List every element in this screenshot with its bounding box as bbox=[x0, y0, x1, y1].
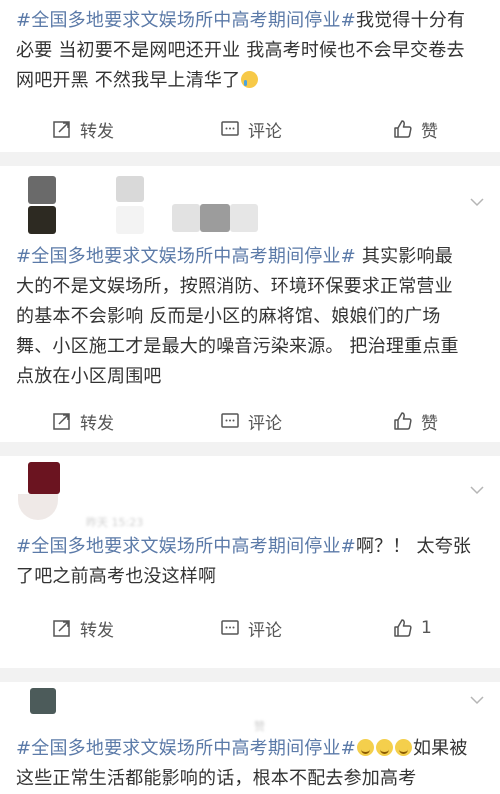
comment-icon bbox=[221, 620, 239, 635]
like-button[interactable]: 赞 bbox=[393, 406, 438, 436]
smile-emoji-icon bbox=[394, 739, 412, 756]
post-4-header: 赞 bbox=[0, 682, 500, 734]
post-menu-chevron[interactable] bbox=[470, 690, 484, 705]
meta-blur-2 bbox=[172, 204, 200, 232]
post-2-actions: 转发 评论 赞 bbox=[0, 406, 500, 436]
comment-label: 评论 bbox=[248, 413, 282, 434]
cry-emoji-icon bbox=[241, 71, 259, 88]
post-3-timestamp: 昨天 15:23 bbox=[86, 516, 144, 529]
chevron-down-icon bbox=[470, 198, 484, 207]
post-4-meta: 赞 bbox=[254, 720, 265, 733]
post-4: 赞 #全国多地要求文娱场所中高考期间停业# 如果被 这些正常生活都能影响的话，根本… bbox=[0, 682, 500, 793]
post-3-hashtag[interactable]: #全国多地要求文娱场所中高考期间停业# bbox=[16, 536, 356, 557]
repost-icon bbox=[53, 620, 70, 637]
post-4-text: #全国多地要求文娱场所中高考期间停业# 如果被 这些正常生活都能影响的话，根本不配… bbox=[16, 734, 486, 794]
like-label: 赞 bbox=[421, 121, 438, 142]
post-1-line-1: 我觉得十分有 bbox=[355, 10, 466, 31]
meta-blur bbox=[116, 206, 144, 234]
post-2-line-2: 大的不是文娱场所，按照消防、环境环保要求正常营业 bbox=[16, 276, 453, 297]
post-2-text: #全国多地要求文娱场所中高考期间停业# 其实影响最 大的不是文娱场所，按照消防、… bbox=[16, 242, 486, 392]
post-1-actions: 转发 评论 赞 bbox=[0, 114, 500, 144]
comment-label: 评论 bbox=[248, 620, 282, 641]
post-2: #全国多地要求文娱场所中高考期间停业# 其实影响最 大的不是文娱场所，按照消防、… bbox=[0, 166, 500, 442]
avatar[interactable] bbox=[28, 176, 56, 204]
repost-button[interactable]: 转发 bbox=[52, 613, 114, 643]
repost-label: 转发 bbox=[80, 121, 114, 142]
post-1-line-2: 必要 当初要不是网吧还开业 我高考时候也不会早交卷去 bbox=[16, 40, 465, 61]
smile-emoji-icon bbox=[356, 739, 374, 756]
post-2-header bbox=[0, 166, 500, 242]
meta-blur-4 bbox=[230, 204, 258, 232]
post-1-hashtag[interactable]: #全国多地要求文娱场所中高考期间停业# bbox=[16, 10, 356, 31]
comment-button[interactable]: 评论 bbox=[220, 406, 282, 436]
post-4-line-1: 如果被 bbox=[412, 738, 468, 759]
post-1: #全国多地要求文娱场所中高考期间停业#我觉得十分有 必要 当初要不是网吧还开业 … bbox=[0, 0, 500, 152]
post-menu-chevron[interactable] bbox=[470, 480, 484, 495]
smile-emoji-icon bbox=[375, 739, 393, 756]
post-divider bbox=[0, 442, 500, 456]
chevron-down-icon bbox=[470, 486, 484, 495]
post-2-line-1: 其实影响最 bbox=[355, 246, 453, 267]
thumbs-up-icon bbox=[394, 412, 412, 430]
meta-blur-3 bbox=[200, 204, 230, 232]
avatar-shadow bbox=[18, 494, 58, 520]
chevron-down-icon bbox=[470, 696, 484, 705]
post-menu-chevron[interactable] bbox=[470, 192, 484, 207]
post-1-text: #全国多地要求文娱场所中高考期间停业#我觉得十分有 必要 当初要不是网吧还开业 … bbox=[16, 6, 486, 96]
comment-icon bbox=[221, 121, 239, 136]
comment-button[interactable]: 评论 bbox=[220, 613, 282, 643]
post-divider bbox=[0, 668, 500, 682]
post-divider bbox=[0, 152, 500, 166]
comment-button[interactable]: 评论 bbox=[220, 114, 282, 144]
like-label: 赞 bbox=[421, 413, 438, 434]
repost-icon bbox=[53, 121, 70, 138]
like-button[interactable]: 赞 bbox=[393, 114, 438, 144]
avatar[interactable] bbox=[28, 462, 60, 494]
post-2-hashtag[interactable]: #全国多地要求文娱场所中高考期间停业# bbox=[16, 246, 356, 267]
post-4-hashtag[interactable]: #全国多地要求文娱场所中高考期间停业# bbox=[16, 738, 356, 759]
like-count: 1 bbox=[421, 618, 432, 638]
comment-icon bbox=[221, 413, 239, 428]
repost-label: 转发 bbox=[80, 413, 114, 434]
repost-button[interactable]: 转发 bbox=[52, 406, 114, 436]
post-3-text: #全国多地要求文娱场所中高考期间停业#啊？！ 太夸张 了吧之前高考也没这样啊 bbox=[16, 532, 486, 592]
repost-icon bbox=[53, 413, 70, 430]
avatar[interactable] bbox=[30, 688, 56, 714]
post-1-line-3: 网吧开黑 不然我早上清华了 bbox=[16, 70, 241, 91]
post-3-line-2: 了吧之前高考也没这样啊 bbox=[16, 566, 217, 587]
repost-button[interactable]: 转发 bbox=[52, 114, 114, 144]
avatar-lower bbox=[28, 206, 56, 234]
post-2-line-3: 的基本不会影响 反而是小区的麻将馆、娘娘们的广场 bbox=[16, 306, 441, 327]
like-button[interactable]: 1 bbox=[393, 613, 432, 643]
post-3-header: 昨天 15:23 bbox=[0, 456, 500, 532]
post-3-line-1: 啊？！ 太夸张 bbox=[355, 536, 472, 557]
username-blur bbox=[116, 176, 144, 202]
post-3-actions: 转发 评论 1 bbox=[0, 613, 500, 643]
post-3: 昨天 15:23 #全国多地要求文娱场所中高考期间停业#啊？！ 太夸张 了吧之前… bbox=[0, 456, 500, 668]
post-2-line-4: 舞、小区施工才是最大的噪音污染来源。 把治理重点重 bbox=[16, 336, 459, 357]
post-4-line-2: 这些正常生活都能影响的话，根本不配去参加高考 bbox=[16, 768, 417, 789]
comment-label: 评论 bbox=[248, 121, 282, 142]
thumbs-up-icon bbox=[394, 619, 412, 637]
thumbs-up-icon bbox=[394, 120, 412, 138]
post-2-line-5: 点放在小区周围吧 bbox=[16, 366, 162, 387]
repost-label: 转发 bbox=[80, 620, 114, 641]
